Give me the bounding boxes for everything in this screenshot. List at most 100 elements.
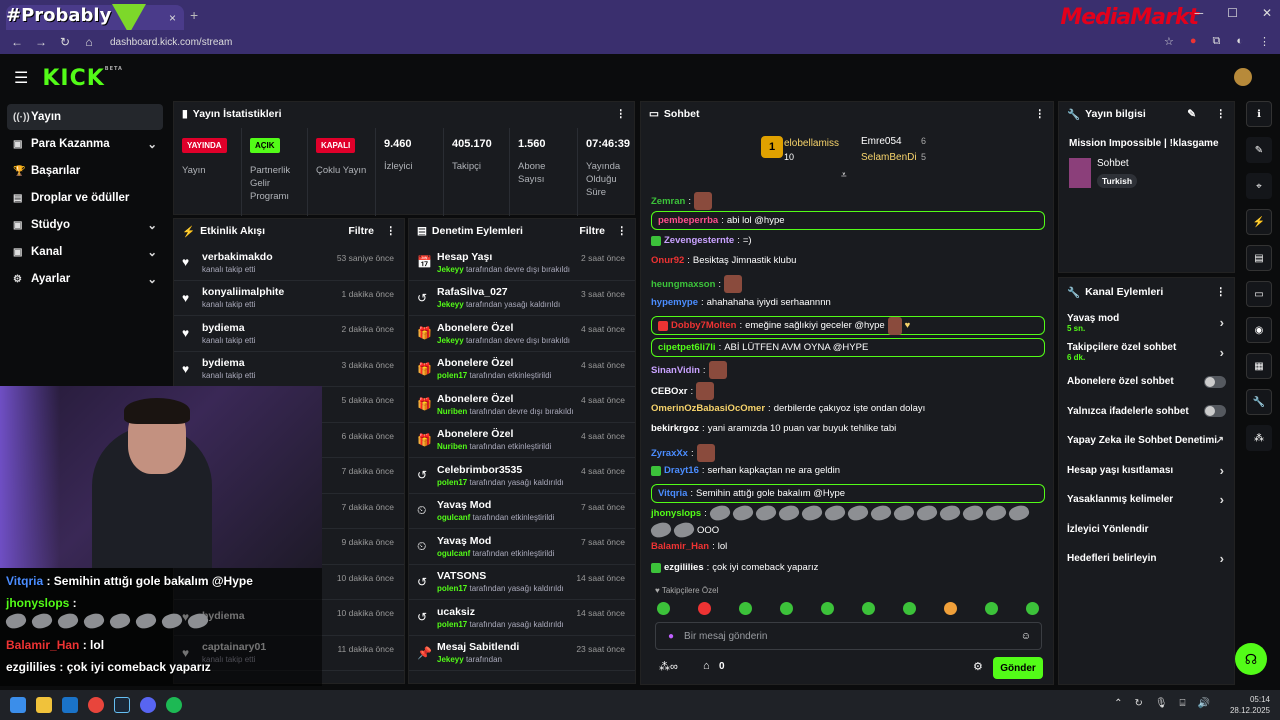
close-tab-icon[interactable]: ×	[169, 11, 176, 25]
kebab-icon[interactable]: ⋮	[1216, 286, 1227, 298]
moderator-name[interactable]: polen17	[437, 584, 467, 593]
minimize-icon[interactable]: ─	[1195, 6, 1204, 20]
send-button[interactable]: Gönder	[993, 657, 1043, 679]
activity-row[interactable]: ♥ verbakimakdo kanalı takip etti 53 saniye …	[174, 245, 404, 281]
channel-action-row[interactable]: Abonelere özel sohbet	[1059, 367, 1234, 397]
maximize-icon[interactable]: ☐	[1227, 6, 1238, 20]
nav-item-4[interactable]: ▣ Stüdyo ⌄	[7, 212, 163, 238]
chat-message[interactable]: pembeperrba: abi lol @hype	[651, 211, 1045, 230]
broadcast-rail-icon[interactable]: ◉	[1246, 317, 1272, 343]
channel-action-row[interactable]: Takipçilere özel sohbet 6 dk. ›	[1059, 338, 1234, 368]
menu-dots-icon[interactable]: ⋮	[1259, 35, 1270, 48]
channel-action-row[interactable]: Hedefleri belirleyin ›	[1059, 544, 1234, 574]
chat-message[interactable]: ZyraxXx:	[651, 444, 718, 462]
chat-settings-icon[interactable]: ⚙	[973, 660, 983, 673]
moderation-row[interactable]: ↺ RafaSilva_027 Jekeyy tarafından yasağı k…	[409, 281, 635, 316]
chevron-right-icon[interactable]: ›	[1220, 345, 1224, 360]
channel-action-row[interactable]: Yalnızca ifadelerle sohbet	[1059, 397, 1234, 427]
nav-item-5[interactable]: ▣ Kanal ⌄	[7, 239, 163, 265]
kebab-icon[interactable]: ⋮	[616, 108, 627, 120]
quick-emote-icon[interactable]	[862, 602, 875, 615]
outlook-icon[interactable]	[62, 697, 78, 713]
moderator-name[interactable]: polen17	[437, 371, 467, 380]
channel-action-row[interactable]: Yapay Zeka ile Sohbet Denetimi ↗	[1059, 426, 1234, 456]
moderator-name[interactable]: Nuriben	[437, 442, 467, 451]
chat-message[interactable]: CEBOxr:	[651, 382, 717, 400]
chat-message[interactable]: Dobby7Molten: emeğine sağlıkiyi geceler @…	[651, 316, 1045, 335]
extensions-puzzle-icon[interactable]: ⧉	[1212, 35, 1220, 48]
channel-action-row[interactable]: Yasaklanmış kelimeler ›	[1059, 485, 1234, 515]
nav-item-0[interactable]: ((·)) Yayın	[7, 104, 163, 130]
nav-item-6[interactable]: ⚙ Ayarlar ⌄	[7, 266, 163, 292]
chat-rail-icon[interactable]: ▭	[1246, 281, 1272, 307]
kebab-icon[interactable]: ⋮	[617, 225, 628, 237]
chevron-right-icon[interactable]: ›	[1220, 315, 1224, 330]
chat-username[interactable]: SinanVidin	[651, 365, 700, 376]
sync-icon[interactable]: ↻	[1134, 698, 1142, 709]
chat-message[interactable]: SinanVidin:	[651, 361, 730, 379]
chat-message[interactable]: Onur92: Besiktaş Jimnastik klubu	[651, 255, 796, 266]
chat-username[interactable]: bekirkrgoz	[651, 423, 699, 434]
steam-icon[interactable]	[114, 697, 130, 713]
moderation-row[interactable]: 🎁 Abonelere Özel Nuriben tarafından devre …	[409, 387, 635, 423]
reload-icon[interactable]: ↻	[58, 35, 72, 49]
focus-icon[interactable]: ⌖	[1246, 173, 1272, 199]
clock-date[interactable]: 28.12.2025	[1230, 705, 1270, 716]
quick-emote-icon[interactable]	[657, 602, 670, 615]
new-tab-button[interactable]: +	[190, 7, 198, 23]
moderation-row[interactable]: 📌 Mesaj Sabitlendi Jekeyy tarafından 23 saa…	[409, 636, 635, 671]
chevron-down-icon[interactable]: ⌄	[147, 218, 157, 232]
chat-message[interactable]: Vitqria: Semihin attığı gole bakalım @Hyp…	[651, 484, 1045, 503]
moderation-row[interactable]: ⏲ Yavaş Mod ogulcanf tarafından etkinleşti…	[409, 529, 635, 565]
network-icon[interactable]: ⌸	[1180, 698, 1186, 709]
chat-username[interactable]: Vitqria	[658, 488, 687, 499]
windows-start-icon[interactable]	[10, 697, 26, 713]
chat-message[interactable]: Zevengesternte: =)	[651, 235, 752, 246]
moderator-name[interactable]: ogulcanf	[437, 513, 470, 522]
moderation-row[interactable]: 🎁 Abonelere Özel Nuriben tarafından etkinl…	[409, 423, 635, 458]
channel-points-icon[interactable]: ⁂∞	[659, 660, 678, 673]
bolt-rail-icon[interactable]: ⚡	[1246, 209, 1272, 235]
chat-message[interactable]: Drayt16: serhan kapkaçtan ne ara geldin	[651, 465, 840, 476]
moderation-row[interactable]: 🎁 Abonelere Özel Jekeyy tarafından devre d…	[409, 316, 635, 352]
quick-emote-icon[interactable]	[780, 602, 793, 615]
moderation-row[interactable]: ↺ VATSONS polen17 tarafından yasağı kaldır…	[409, 565, 635, 600]
moderator-name[interactable]: Jekeyy	[437, 300, 464, 309]
top-gifter-2[interactable]: Emre054	[861, 136, 902, 147]
layout-rail-icon[interactable]: ▦	[1246, 353, 1272, 379]
chat-username[interactable]: Zevengesternte	[664, 235, 734, 246]
nav-item-3[interactable]: ▤ Droplar ve ödüller	[7, 185, 163, 211]
category-thumbnail[interactable]	[1069, 158, 1091, 188]
close-window-icon[interactable]: ✕	[1262, 6, 1272, 20]
kebab-icon[interactable]: ⋮	[1216, 108, 1227, 120]
moderator-name[interactable]: ogulcanf	[437, 549, 470, 558]
chat-username[interactable]: Drayt16	[664, 465, 699, 476]
forward-icon[interactable]: →	[34, 35, 48, 49]
chat-message[interactable]: hypemype: ahahahaha iyiydi serhaannnn	[651, 297, 831, 308]
chat-username[interactable]: Dobby7Molten	[671, 320, 736, 331]
moderation-row[interactable]: 📅 Hesap Yaşı Jekeyy tarafından devre dışı …	[409, 245, 635, 281]
quick-emote-icon[interactable]	[944, 602, 957, 615]
chat-username[interactable]: Balamir_Han	[651, 541, 709, 552]
channel-action-row[interactable]: Yavaş mod 5 sn. ›	[1059, 308, 1234, 338]
mic-icon[interactable]: ●	[668, 631, 674, 642]
chat-username[interactable]: CEBOxr	[651, 386, 687, 397]
top-gifter-3[interactable]: SelamBenDi	[861, 152, 917, 163]
kick-logo[interactable]: KICKBETA	[42, 66, 123, 91]
toggle-switch[interactable]	[1204, 405, 1226, 418]
store-icon[interactable]: ⌂	[703, 660, 710, 672]
support-headset-icon[interactable]: ☊	[1235, 643, 1267, 675]
chat-username[interactable]: pembeperrba	[658, 215, 718, 226]
chevron-right-icon[interactable]: ›	[1220, 492, 1224, 507]
clock-time[interactable]: 05:14	[1230, 694, 1270, 705]
moderation-row[interactable]: ↺ Celebrimbor3535 polen17 tarafından yasağ…	[409, 458, 635, 494]
chat-username[interactable]: ezgililies	[664, 562, 704, 573]
chat-username[interactable]: cipetpet6li7li	[658, 342, 716, 353]
chevron-right-icon[interactable]: ›	[1220, 551, 1224, 566]
moderator-name[interactable]: polen17	[437, 478, 467, 487]
chevron-right-icon[interactable]: ›	[1220, 463, 1224, 478]
activity-row[interactable]: ♥ konyaliimalphite kanalı takip etti 1 daki…	[174, 281, 404, 316]
moderator-name[interactable]: Jekeyy	[437, 336, 464, 345]
chat-username[interactable]: ZyraxXx	[651, 448, 688, 459]
discord-icon[interactable]	[140, 697, 156, 713]
